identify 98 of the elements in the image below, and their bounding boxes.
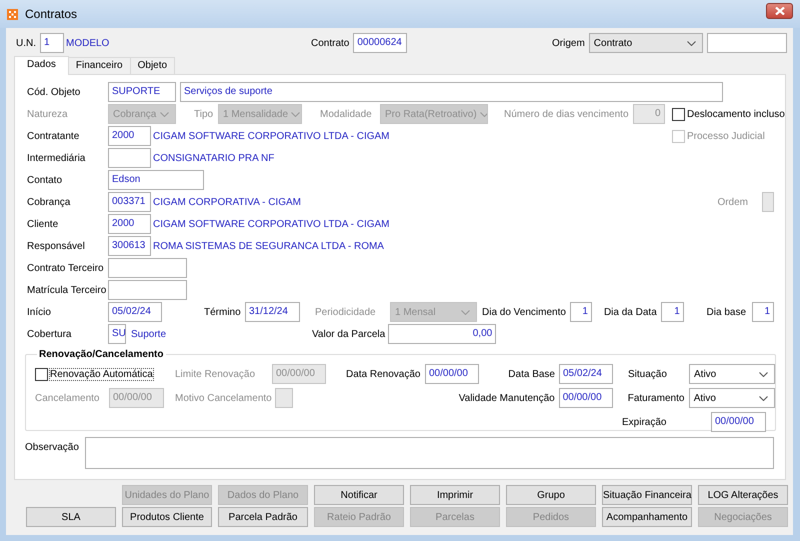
chevron-down-icon: [160, 112, 169, 116]
field-label: Dia base: [706, 306, 746, 318]
input-field[interactable]: 1: [570, 302, 592, 322]
close-icon: [774, 7, 784, 15]
field-label: Motivo Cancelamento: [175, 392, 273, 404]
field-label: Faturamento: [628, 392, 686, 404]
chevron-down-icon: [291, 112, 300, 116]
action-button[interactable]: Acompanhamento: [602, 507, 692, 527]
field-label: Data Base: [507, 368, 556, 380]
tab[interactable]: Dados: [14, 56, 69, 75]
input-field[interactable]: [706, 33, 787, 53]
company-name: ROMA SISTEMAS DE SEGURANCA LTDA - ROMA: [153, 240, 384, 252]
input-field[interactable]: SUPORTE: [108, 82, 176, 102]
checkbox-label: Processo Judicial: [687, 130, 765, 142]
input-field[interactable]: 00/00/00: [425, 364, 479, 384]
input-field[interactable]: 300613: [108, 236, 151, 256]
window-title: Contratos: [25, 7, 78, 21]
action-button[interactable]: Situação Financeira: [602, 485, 692, 505]
company-name: CIGAM SOFTWARE CORPORATIVO LTDA - CIGAM: [153, 218, 390, 230]
field-label: Número de dias vencimento: [504, 108, 629, 120]
input-field[interactable]: 00/00/00: [711, 412, 766, 432]
field-label: Ordem: [717, 196, 748, 208]
field-label: Origem: [552, 38, 585, 48]
input-field[interactable]: 05/02/24: [559, 364, 613, 384]
field-label: Término: [204, 306, 242, 318]
chevron-down-icon: [758, 396, 768, 400]
field-label: Validade Manutenção: [458, 392, 556, 404]
group-title: Renovação/Cancelamento: [38, 349, 164, 360]
input-field[interactable]: SU: [108, 324, 126, 344]
tab[interactable]: Objeto: [130, 57, 176, 74]
field-label: Modalidade: [320, 108, 373, 120]
field-label: Cód. Objeto: [27, 86, 82, 98]
field-label: Cliente: [27, 218, 60, 230]
input-field[interactable]: 1: [752, 302, 774, 322]
chevron-down-icon: [759, 372, 768, 376]
field-label: Observação: [25, 441, 80, 455]
input-field[interactable]: 1: [660, 302, 684, 322]
close-button[interactable]: [766, 3, 793, 19]
input-field[interactable]: [108, 258, 187, 278]
action-button[interactable]: Parcela Padrão: [218, 507, 308, 527]
company-name: CIGAM SOFTWARE CORPORATIVO LTDA - CIGAM: [153, 130, 390, 142]
field-label: Dia da Data: [604, 306, 657, 318]
field-label: Valor da Parcela: [312, 328, 386, 340]
field-label: Periodicidade: [315, 306, 377, 318]
field-label: Data Renovação: [346, 368, 422, 380]
unit-name: MODELO: [66, 38, 110, 48]
checkbox-label: Renovação Automática: [50, 368, 153, 380]
field-label: Cobrança: [27, 196, 72, 208]
field-label: Tipo: [194, 108, 214, 120]
action-button[interactable]: Produtos Cliente: [122, 507, 212, 527]
checkbox[interactable]: [35, 368, 48, 380]
action-button[interactable]: Notificar: [314, 485, 404, 505]
action-button[interactable]: Imprimir: [410, 485, 500, 505]
field-label: Dia do Vencimento: [482, 306, 566, 318]
field-label: Natureza: [27, 108, 69, 120]
action-button[interactable]: SLA: [26, 507, 116, 527]
field-label: U.N.: [16, 38, 36, 48]
field-label: Cancelamento: [35, 392, 100, 404]
billing-dropdown[interactable]: Ativo: [688, 388, 775, 408]
chevron-down-icon: [461, 310, 470, 314]
company-name: CONSIGNATARIO PRA NF: [153, 152, 274, 164]
notes-field[interactable]: [85, 437, 774, 469]
field-label: Intermediária: [27, 152, 86, 164]
input-field[interactable]: 2000: [108, 126, 151, 146]
app-icon: [7, 8, 18, 20]
input-field[interactable]: 2000: [108, 214, 151, 234]
field-label: Contrato: [311, 38, 350, 48]
status-dropdown[interactable]: Ativo: [689, 364, 775, 384]
field-label: Limite Renovação: [175, 368, 256, 380]
field-label: Contrato Terceiro: [27, 262, 105, 274]
input-field[interactable]: 05/02/24: [108, 302, 162, 322]
action-button[interactable]: Grupo: [506, 485, 596, 505]
field-label: Responsável: [27, 240, 86, 252]
input-field[interactable]: 003371: [108, 192, 151, 212]
checkbox[interactable]: [672, 108, 685, 120]
input-field[interactable]: Edson: [108, 170, 204, 190]
field-label: Cobertura: [27, 328, 72, 340]
input-field[interactable]: [108, 280, 187, 300]
field-label: Situação: [628, 368, 668, 380]
action-button[interactable]: LOG Alterações: [698, 485, 788, 505]
input-field[interactable]: [108, 148, 151, 168]
input-field[interactable]: 00/00/00: [558, 388, 613, 408]
coverage-name: Suporte: [131, 328, 166, 340]
field-label: Contato: [27, 174, 64, 186]
description-field[interactable]: Serviços de suporte: [180, 82, 723, 102]
chevron-down-icon: [480, 112, 487, 116]
input-field[interactable]: 00000624: [353, 33, 408, 53]
input-field[interactable]: 1: [40, 33, 64, 53]
field-label: Início: [27, 306, 52, 318]
origin-dropdown[interactable]: Contrato: [588, 33, 703, 53]
company-name: CIGAM CORPORATIVA - CIGAM: [153, 196, 301, 208]
checkbox-label: Deslocamento incluso: [687, 108, 785, 120]
input-field[interactable]: 31/12/24: [245, 302, 300, 322]
input-field[interactable]: 0,00: [388, 324, 496, 344]
field-label: Matrícula Terceiro: [27, 284, 108, 296]
field-label: Expiração: [622, 416, 668, 428]
field-label: Contratante: [27, 130, 80, 142]
chevron-down-icon: [686, 40, 696, 46]
